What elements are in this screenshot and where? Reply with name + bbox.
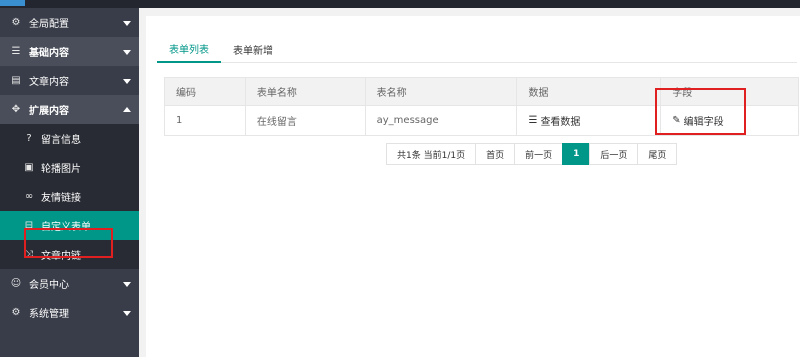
- gear-icon: ⚙: [11, 307, 21, 318]
- table-header-row: 编码 表单名称 表名称 数据 字段: [164, 77, 799, 106]
- sidebar-item-custom-form[interactable]: ⊟ 自定义表单: [0, 211, 139, 240]
- last-page-button[interactable]: 尾页: [637, 143, 678, 165]
- sidebar-item-links[interactable]: ∞ 友情链接: [0, 182, 139, 211]
- column-header-fields: 字段: [660, 77, 799, 106]
- chevron-down-icon: [123, 310, 131, 316]
- table-row: 1 在线留言 ay_message ☰ 查看数据 ✎ 编辑字段: [164, 105, 799, 136]
- list-icon: ☰: [528, 115, 538, 126]
- pagination: 共1条 当前1/1页 首页 前一页 1 后一页 尾页: [386, 143, 678, 165]
- question-circle-icon: ?: [26, 133, 32, 144]
- cell-code: 1: [164, 105, 246, 136]
- puzzle-icon: ✥: [11, 104, 21, 115]
- sliders-icon: ☰: [11, 46, 21, 57]
- top-bar: [0, 0, 800, 8]
- user-icon: ☺: [10, 278, 22, 289]
- gear-icon: ⚙: [11, 17, 21, 28]
- first-page-button[interactable]: 首页: [475, 143, 516, 165]
- sidebar-item-extended-content[interactable]: ✥ 扩展内容: [0, 95, 139, 124]
- view-data-link[interactable]: ☰ 查看数据: [528, 113, 580, 128]
- chevron-down-icon: [123, 78, 131, 84]
- column-header-code: 编码: [164, 77, 246, 106]
- chevron-down-icon: [123, 281, 131, 287]
- sidebar-item-basic-content[interactable]: ☰ 基础内容: [0, 37, 139, 66]
- sidebar-item-carousel[interactable]: ▣ 轮播图片: [0, 153, 139, 182]
- edit-fields-link[interactable]: ✎ 编辑字段: [672, 113, 723, 128]
- form-icon: ⊟: [24, 220, 34, 231]
- file-icon: ▤: [11, 75, 21, 86]
- sidebar-subnav: ? 留言信息 ▣ 轮播图片 ∞ 友情链接 ⊟ 自定义表单 ⤨ 文章内链: [0, 124, 139, 269]
- sidebar-item-messages[interactable]: ? 留言信息: [0, 124, 139, 153]
- content-card: 表单列表 表单新增 编码 表单名称 表名称 数据 字段 1 在线留言 ay_me…: [146, 16, 800, 357]
- pagination-summary: 共1条 当前1/1页: [386, 143, 477, 165]
- main-content: 表单列表 表单新增 编码 表单名称 表名称 数据 字段 1 在线留言 ay_me…: [139, 8, 800, 357]
- view-data-label: 查看数据: [540, 117, 581, 128]
- chevron-up-icon: [123, 106, 131, 112]
- prev-page-button[interactable]: 前一页: [514, 143, 564, 165]
- current-page[interactable]: 1: [562, 143, 591, 165]
- sidebar-item-system-admin[interactable]: ⚙ 系统管理: [0, 298, 139, 327]
- shuffle-icon: ⤨: [25, 249, 33, 260]
- cell-form-name: 在线留言: [244, 105, 366, 136]
- tab-form-add[interactable]: 表单新增: [221, 35, 285, 63]
- tab-form-list[interactable]: 表单列表: [157, 35, 221, 63]
- sidebar-item-article-content[interactable]: ▤ 文章内容: [0, 66, 139, 95]
- sidebar-item-article-internal-links[interactable]: ⤨ 文章内链: [0, 240, 139, 269]
- forms-table: 编码 表单名称 表名称 数据 字段 1 在线留言 ay_message ☰ 查看…: [164, 77, 799, 136]
- cell-table-name: ay_message: [364, 105, 518, 136]
- tab-bar: 表单列表 表单新增: [157, 35, 797, 63]
- cell-data: ☰ 查看数据: [516, 105, 662, 136]
- cell-fields: ✎ 编辑字段: [660, 105, 799, 136]
- chevron-down-icon: [123, 20, 131, 26]
- column-header-form-name: 表单名称: [244, 77, 366, 106]
- link-icon: ∞: [24, 191, 34, 202]
- chevron-down-icon: [123, 49, 131, 55]
- logo: [0, 0, 25, 6]
- next-page-button[interactable]: 后一页: [589, 143, 639, 165]
- column-header-table-name: 表名称: [364, 77, 518, 106]
- edit-fields-label: 编辑字段: [683, 117, 724, 128]
- sidebar: ⚙ 全局配置 ☰ 基础内容 ▤ 文章内容 ✥ 扩展内容 ? 留言信息 ▣ 轮播图…: [0, 8, 139, 357]
- column-header-data: 数据: [516, 77, 662, 106]
- edit-icon: ✎: [672, 115, 681, 126]
- image-icon: ▣: [24, 162, 34, 173]
- sidebar-item-member-center[interactable]: ☺ 会员中心: [0, 269, 139, 298]
- sidebar-item-global-config[interactable]: ⚙ 全局配置: [0, 8, 139, 37]
